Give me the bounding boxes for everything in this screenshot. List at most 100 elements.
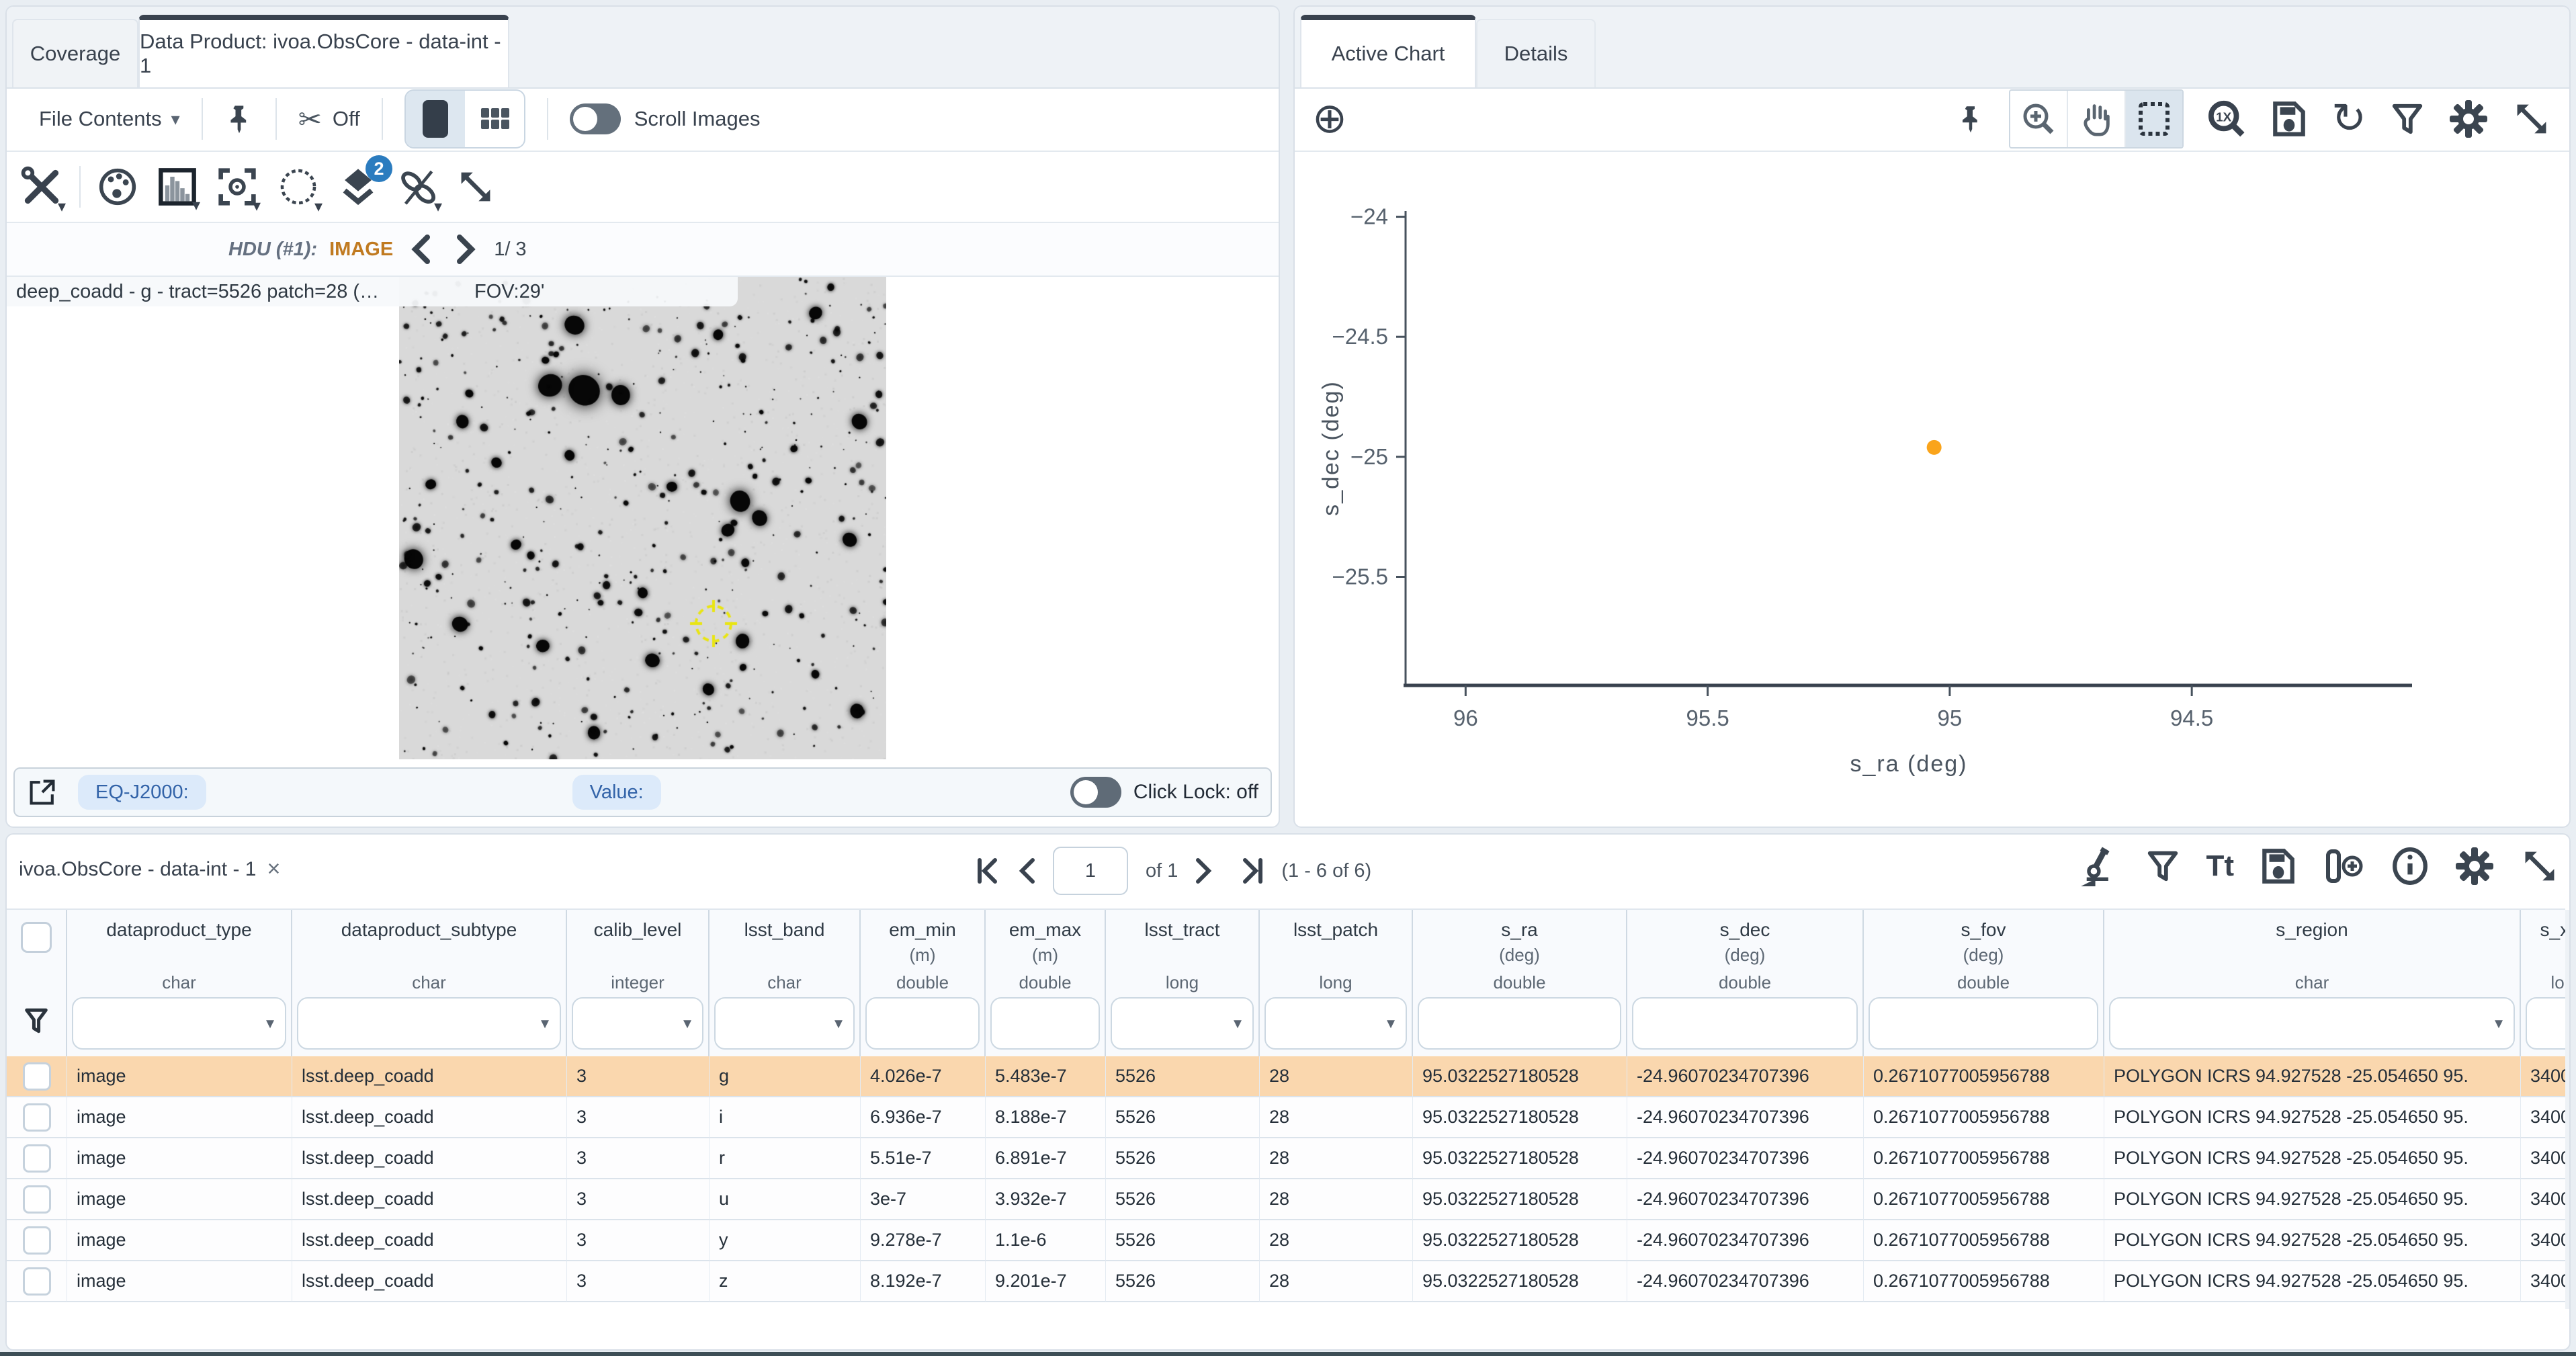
table-cell-s_region[interactable]: POLYGON ICRS 94.927528 -25.054650 95.: [2104, 1138, 2521, 1179]
filter-table-icon[interactable]: [2145, 848, 2181, 884]
table-cell-s_xel1[interactable]: 3400: [2521, 1220, 2565, 1261]
add-chart-icon[interactable]: ⊕: [1312, 98, 1347, 140]
row-checkbox[interactable]: [23, 1185, 51, 1214]
table-options-icon[interactable]: [2454, 846, 2495, 886]
pin-chart-icon[interactable]: [1957, 99, 1985, 138]
table-cell-s_dec[interactable]: -24.96070234707396: [1627, 1056, 1864, 1097]
column-filter-dataproduct_type[interactable]: ▾: [72, 997, 286, 1050]
table-cell-lsst_tract[interactable]: 5526: [1106, 1179, 1260, 1220]
row-checkbox[interactable]: [23, 1062, 51, 1091]
row-checkbox-cell[interactable]: [7, 1056, 67, 1097]
tab-data-product[interactable]: Data Product: ivoa.ObsCore - data-int - …: [138, 15, 509, 87]
row-checkbox[interactable]: [23, 1267, 51, 1296]
row-checkbox[interactable]: [23, 1103, 51, 1132]
table-cell-calib_level[interactable]: 3: [567, 1097, 710, 1138]
table-cell-s_xel1[interactable]: 3400: [2521, 1056, 2565, 1097]
select-all-checkbox[interactable]: [21, 922, 52, 953]
prev-hdu-button[interactable]: [405, 232, 437, 267]
last-page-icon[interactable]: [1240, 857, 1264, 884]
table-cell-lsst_tract[interactable]: 5526: [1106, 1138, 1260, 1179]
table-cell-lsst_patch[interactable]: 28: [1260, 1179, 1413, 1220]
mask-overlay-icon[interactable]: ▾: [277, 165, 320, 208]
table-cell-lsst_patch[interactable]: 28: [1260, 1220, 1413, 1261]
table-cell-s_xel1[interactable]: 3400: [2521, 1097, 2565, 1138]
table-cell-s_dec[interactable]: -24.96070234707396: [1627, 1097, 1864, 1138]
fits-image[interactable]: [399, 277, 886, 759]
restore-chart-icon[interactable]: ↻: [2331, 98, 2366, 140]
center-image-icon[interactable]: ▾: [216, 166, 258, 208]
table-cell-s_ra[interactable]: 95.0322527180528: [1413, 1138, 1627, 1179]
column-filter-s_region[interactable]: ▾: [2109, 997, 2515, 1050]
tab-active-chart[interactable]: Active Chart: [1300, 15, 1476, 87]
column-filter-lsst_band[interactable]: ▾: [714, 997, 855, 1050]
next-hdu-button[interactable]: [449, 232, 482, 267]
row-checkbox-cell[interactable]: [7, 1097, 67, 1138]
table-cell-s_xel1[interactable]: 3400: [2521, 1261, 2565, 1302]
table-cell-dataproduct_type[interactable]: image: [67, 1220, 292, 1261]
table-cell-calib_level[interactable]: 3: [567, 1220, 710, 1261]
table-cell-em_min[interactable]: 8.192e-7: [861, 1261, 986, 1302]
table-cell-dataproduct_type[interactable]: image: [67, 1179, 292, 1220]
column-header-em_max[interactable]: em_max(m)double: [986, 910, 1106, 1056]
table-cell-lsst_band[interactable]: z: [710, 1261, 861, 1302]
table-cell-s_ra[interactable]: 95.0322527180528: [1413, 1056, 1627, 1097]
fits-image-viewport[interactable]: [399, 277, 886, 759]
table-cell-dataproduct_type[interactable]: image: [67, 1097, 292, 1138]
table-cell-calib_level[interactable]: 3: [567, 1056, 710, 1097]
row-checkbox-cell[interactable]: [7, 1261, 67, 1302]
table-cell-lsst_band[interactable]: y: [710, 1220, 861, 1261]
table-cell-s_fov[interactable]: 0.2671077005956788: [1864, 1097, 2104, 1138]
table-scroll-area[interactable]: dataproduct_typechar▾dataproduct_subtype…: [7, 908, 2565, 1349]
table-cell-dataproduct_subtype[interactable]: lsst.deep_coadd: [292, 1261, 567, 1302]
chart-options-icon[interactable]: [2448, 99, 2489, 139]
table-cell-dataproduct_subtype[interactable]: lsst.deep_coadd: [292, 1056, 567, 1097]
click-lock-toggle[interactable]: [1070, 777, 1121, 808]
table-cell-calib_level[interactable]: 3: [567, 1261, 710, 1302]
table-cell-lsst_patch[interactable]: 28: [1260, 1261, 1413, 1302]
table-cell-dataproduct_subtype[interactable]: lsst.deep_coadd: [292, 1097, 567, 1138]
column-header-s_fov[interactable]: s_fov(deg)double: [1864, 910, 2104, 1056]
table-cell-s_region[interactable]: POLYGON ICRS 94.927528 -25.054650 95.: [2104, 1056, 2521, 1097]
unlink-wcs-icon[interactable]: ▾: [396, 165, 439, 208]
column-header-calib_level[interactable]: calib_levelinteger▾: [567, 910, 710, 1056]
table-cell-s_fov[interactable]: 0.2671077005956788: [1864, 1179, 2104, 1220]
vertical-scrollbar[interactable]: [2565, 910, 2569, 1309]
zoom-in-button[interactable]: [2010, 91, 2068, 147]
table-cell-lsst_band[interactable]: r: [710, 1138, 861, 1179]
table-cell-s_ra[interactable]: 95.0322527180528: [1413, 1261, 1627, 1302]
table-cell-em_min[interactable]: 9.278e-7: [861, 1220, 986, 1261]
grid-view-button[interactable]: [465, 91, 524, 147]
stretch-histogram-icon[interactable]: ▾: [157, 167, 198, 207]
table-cell-s_fov[interactable]: 0.2671077005956788: [1864, 1261, 2104, 1302]
filter-chart-icon[interactable]: [2389, 101, 2425, 137]
table-cell-lsst_patch[interactable]: 28: [1260, 1138, 1413, 1179]
column-filter-calib_level[interactable]: ▾: [572, 997, 703, 1050]
expand-table-icon[interactable]: [2520, 846, 2560, 886]
first-page-icon[interactable]: [976, 857, 1000, 884]
table-cell-s_fov[interactable]: 0.2671077005956788: [1864, 1056, 2104, 1097]
table-cell-lsst_band[interactable]: u: [710, 1179, 861, 1220]
row-checkbox-cell[interactable]: [7, 1220, 67, 1261]
table-cell-s_fov[interactable]: 0.2671077005956788: [1864, 1220, 2104, 1261]
next-page-icon[interactable]: [1195, 857, 1213, 884]
table-cell-em_max[interactable]: 8.188e-7: [986, 1097, 1106, 1138]
single-view-button[interactable]: [406, 91, 465, 147]
text-view-icon[interactable]: Tt: [2206, 849, 2234, 883]
scroll-images-toggle[interactable]: [570, 103, 621, 134]
table-cell-dataproduct_subtype[interactable]: lsst.deep_coadd: [292, 1138, 567, 1179]
table-cell-em_max[interactable]: 5.483e-7: [986, 1056, 1106, 1097]
table-cell-dataproduct_type[interactable]: image: [67, 1138, 292, 1179]
close-table-icon[interactable]: ×: [267, 856, 280, 882]
table-cell-em_max[interactable]: 3.932e-7: [986, 1179, 1106, 1220]
column-filter-em_max[interactable]: [990, 997, 1100, 1050]
select-area-button[interactable]: [2126, 91, 2182, 147]
column-header-dataproduct_type[interactable]: dataproduct_typechar▾: [67, 910, 292, 1056]
expand-chart-icon[interactable]: [2511, 99, 2552, 139]
table-cell-s_region[interactable]: POLYGON ICRS 94.927528 -25.054650 95.: [2104, 1220, 2521, 1261]
table-cell-s_xel1[interactable]: 3400: [2521, 1179, 2565, 1220]
column-filter-lsst_tract[interactable]: ▾: [1111, 997, 1254, 1050]
column-header-lsst_patch[interactable]: lsst_patchlong▾: [1260, 910, 1413, 1056]
column-filter-lsst_patch[interactable]: ▾: [1264, 997, 1407, 1050]
table-cell-lsst_tract[interactable]: 5526: [1106, 1220, 1260, 1261]
column-filter-s_xel1[interactable]: [2526, 997, 2565, 1050]
